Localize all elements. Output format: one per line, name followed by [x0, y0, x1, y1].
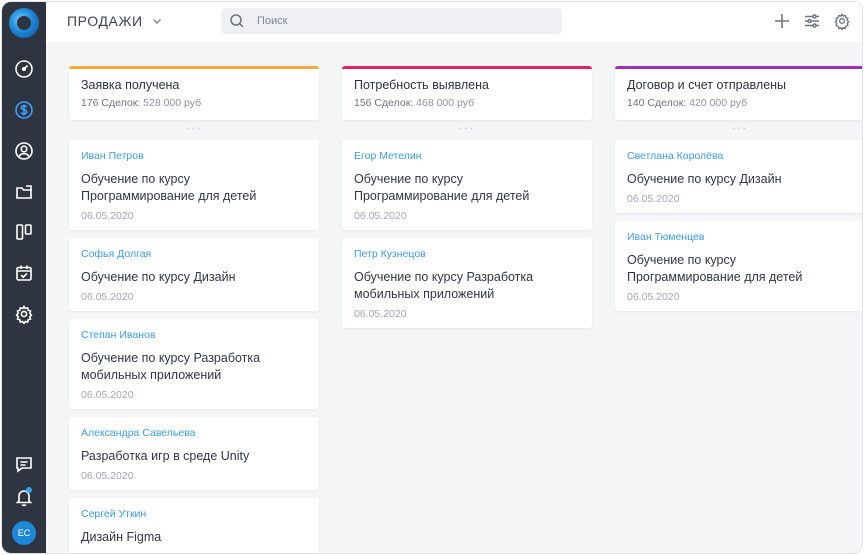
deal-description: Дизайн Figma [81, 530, 162, 544]
column-amount: 420 000 руб [689, 97, 748, 109]
column-count: 140 Сделок: [627, 97, 687, 109]
deal-date: 06.05.2020 [81, 291, 134, 303]
chat-icon[interactable] [14, 454, 34, 474]
deal-card[interactable]: Александра Савельева Разработка игр в ср… [69, 417, 319, 490]
column-header[interactable]: Заявка получена 176 Сделок: 528 000 руб [69, 66, 319, 120]
column-amount: 468 000 руб [416, 97, 475, 109]
deal-contact[interactable]: Егор Метелин [354, 150, 580, 162]
deal-date: 06.05.2020 [81, 210, 134, 222]
deal-card[interactable]: Софья Долгая Обучение по курсу Дизайн 06… [69, 238, 319, 311]
column-color-bar [69, 66, 319, 69]
column-color-bar [342, 66, 592, 69]
column-summary: 140 Сделок: 420 000 руб [627, 97, 747, 109]
deal-card[interactable]: Иван Тюменцев Обучение по курсу Программ… [615, 221, 862, 311]
column-title: Потребность выявлена [354, 78, 489, 92]
column-count: 156 Сделок: [354, 97, 414, 109]
drag-handle-icon[interactable]: ··· [615, 120, 862, 140]
deal-description: Разработка игр в среде Unity [81, 449, 250, 463]
deal-description: Обучение по курсу Дизайн [627, 172, 782, 186]
deal-card[interactable]: Петр Кузнецов Обучение по курсу Разработ… [342, 238, 592, 328]
pipeline-column: Заявка получена 176 Сделок: 528 000 руб … [69, 66, 319, 553]
chevron-down-icon [152, 19, 161, 24]
app-window: ЕС ПРОДАЖИ Заявка получена 176 Сделок: [1, 1, 863, 554]
column-summary: 176 Сделок: 528 000 руб [81, 97, 201, 109]
pipeline-column: Договор и счет отправлены 140 Сделок: 42… [615, 66, 862, 319]
deal-date: 06.05.2020 [627, 291, 680, 303]
deal-description: Обучение по курсу Разработка мобильных п… [354, 270, 534, 301]
deal-description: Обучение по курсу Программирование для д… [354, 172, 530, 203]
deal-description: Обучение по курсу Дизайн [81, 270, 236, 284]
deal-description: Обучение по курсу Программирование для д… [81, 172, 257, 203]
deal-contact[interactable]: Петр Кузнецов [354, 248, 580, 260]
drag-handle-icon[interactable]: ··· [69, 120, 319, 140]
gauge-icon[interactable] [14, 59, 34, 79]
dollar-icon[interactable] [14, 100, 34, 120]
deal-description: Обучение по курсу Разработка мобильных п… [81, 351, 261, 382]
column-amount: 528 000 руб [143, 97, 202, 109]
deal-description: Обучение по курсу Программирование для д… [627, 253, 803, 284]
sidebar: ЕС [2, 2, 46, 553]
page-title: ПРОДАЖИ [67, 13, 143, 29]
deal-contact[interactable]: Иван Петров [81, 150, 307, 162]
calendar-check-icon[interactable] [14, 263, 34, 283]
deal-contact[interactable]: Александра Савельева [81, 427, 307, 439]
gear-icon [834, 13, 850, 30]
column-title: Договор и счет отправлены [627, 78, 787, 92]
gear-icon[interactable] [14, 304, 34, 324]
folder-icon[interactable] [14, 182, 34, 202]
deal-card[interactable]: Иван Петров Обучение по курсу Программир… [69, 140, 319, 230]
deal-contact[interactable]: Софья Долгая [81, 248, 307, 260]
add-button[interactable] [772, 11, 792, 31]
column-summary: 156 Сделок: 468 000 руб [354, 97, 474, 109]
search-box [221, 8, 562, 34]
deal-card[interactable]: Степан Иванов Обучение по курсу Разработ… [69, 319, 319, 409]
avatar[interactable]: ЕС [12, 521, 36, 545]
drag-handle-icon[interactable]: ··· [342, 120, 592, 140]
search-input[interactable] [257, 12, 547, 30]
plus-icon [775, 14, 789, 28]
deal-date: 06.05.2020 [354, 210, 407, 222]
deal-date: 06.05.2020 [627, 193, 680, 205]
deal-contact[interactable]: Сергей Уткин [81, 508, 307, 520]
deal-date: 06.05.2020 [81, 389, 134, 401]
column-count: 176 Сделок: [81, 97, 141, 109]
page-title-dropdown[interactable]: ПРОДАЖИ [67, 13, 163, 29]
deal-card[interactable]: Сергей Уткин Дизайн Figma [69, 498, 319, 553]
columns-icon[interactable] [14, 222, 34, 242]
column-title: Заявка получена [81, 78, 180, 92]
settings-button[interactable] [832, 11, 852, 31]
column-color-bar [615, 66, 862, 69]
column-header[interactable]: Договор и счет отправлены 140 Сделок: 42… [615, 66, 862, 120]
notification-dot [26, 487, 32, 493]
deal-contact[interactable]: Степан Иванов [81, 329, 307, 341]
deal-contact[interactable]: Иван Тюменцев [627, 231, 853, 243]
deal-contact[interactable]: Светлана Королёва [627, 150, 853, 162]
filter-button[interactable] [802, 11, 822, 31]
header: ПРОДАЖИ [46, 2, 862, 42]
deal-date: 06.05.2020 [81, 470, 134, 482]
app-logo[interactable] [9, 8, 39, 38]
search-icon [230, 14, 244, 28]
column-header[interactable]: Потребность выявлена 156 Сделок: 468 000… [342, 66, 592, 120]
pipeline-column: Потребность выявлена 156 Сделок: 468 000… [342, 66, 592, 336]
deal-date: 06.05.2020 [354, 308, 407, 320]
deal-card[interactable]: Егор Метелин Обучение по курсу Программи… [342, 140, 592, 230]
user-circle-icon[interactable] [14, 141, 34, 161]
deal-card[interactable]: Светлана Королёва Обучение по курсу Диза… [615, 140, 862, 213]
sliders-icon [805, 14, 819, 28]
